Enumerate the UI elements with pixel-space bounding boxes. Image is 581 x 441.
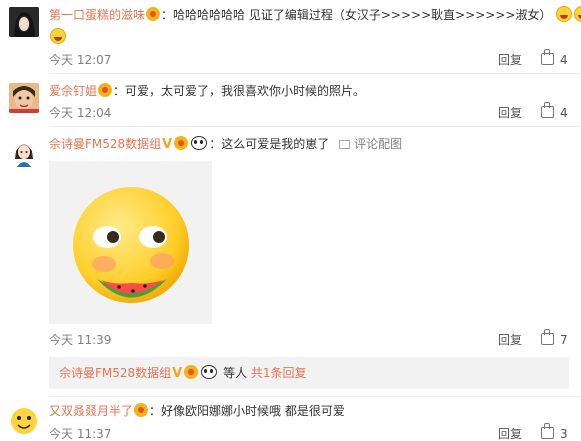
member-badge-icon bbox=[98, 83, 113, 97]
comment-text: 好像欧阳娜娜小时候哦 都是很可爱 bbox=[161, 404, 345, 418]
comment-line: 佘诗曼FM528数据组V ：这么可爱是我的崽了 评论配图 bbox=[49, 136, 403, 152]
comment-text: 哈哈哈哈哈哈 见证了编辑过程（女汉子>>>>>耿直>>>>>>淑女） bbox=[173, 8, 552, 22]
sub-reply-line: 佘诗曼FM528数据组V 等人 共1条回复 bbox=[59, 364, 307, 383]
comment-picture-link[interactable]: 评论配图 bbox=[339, 137, 402, 151]
comment-time: 今天 11:37 bbox=[49, 427, 112, 441]
avatar[interactable] bbox=[9, 83, 39, 113]
sub-reply-suffix: 等人 bbox=[223, 366, 248, 380]
comment-line: 第一口蛋糕的滋味 ：哈哈哈哈哈哈 见证了编辑过程（女汉子>>>>>耿直>>>>>>… bbox=[49, 6, 581, 24]
avatar-cartoon-icon bbox=[9, 137, 39, 167]
comment-line: 又双叒叕月半了 ：好像欧阳娜娜小时候哦 都是很可爱 bbox=[49, 403, 345, 418]
like-button[interactable]: 4 bbox=[541, 49, 568, 67]
comment-line-2 bbox=[49, 28, 67, 46]
sub-reply-count-link[interactable]: 共1条回复 bbox=[251, 366, 307, 380]
panda-icon bbox=[201, 365, 218, 379]
like-button[interactable]: 7 bbox=[541, 329, 568, 347]
comment-item: 第一口蛋糕的滋味 ：哈哈哈哈哈哈 见证了编辑过程（女汉子>>>>>耿直>>>>>>… bbox=[0, 0, 581, 75]
avatar[interactable] bbox=[9, 7, 39, 37]
reply-button[interactable]: 回复 bbox=[498, 106, 522, 120]
username-link[interactable]: 爱佘钉姐 bbox=[49, 84, 97, 98]
avatar-yellow-emoji-icon bbox=[9, 405, 39, 435]
sub-reply-username[interactable]: 佘诗曼FM528数据组 bbox=[59, 366, 171, 380]
thumbs-up-icon bbox=[541, 49, 554, 65]
avatar-child-icon bbox=[9, 83, 39, 113]
like-count: 7 bbox=[560, 333, 568, 347]
comment-time: 今天 12:07 bbox=[49, 53, 112, 67]
member-badge-icon bbox=[134, 403, 149, 417]
comment-line: 爱佘钉姐 ：可爱，太可爱了，我很喜欢你小时候的照片。 bbox=[49, 83, 366, 98]
picture-icon bbox=[339, 140, 351, 149]
member-badge-icon bbox=[146, 7, 161, 21]
like-count: 4 bbox=[560, 106, 568, 120]
member-badge-icon bbox=[174, 136, 189, 150]
thumbs-up-icon bbox=[541, 423, 554, 439]
like-button[interactable]: 4 bbox=[541, 102, 568, 120]
username-link[interactable]: 第一口蛋糕的滋味 bbox=[49, 8, 145, 22]
comment-item: 爱佘钉姐 ：可爱，太可爱了，我很喜欢你小时候的照片。 今天 12:04 回复 4 bbox=[0, 74, 581, 126]
verified-v-icon: V bbox=[172, 366, 183, 381]
like-count: 3 bbox=[560, 427, 568, 441]
username-link[interactable]: 佘诗曼FM528数据组 bbox=[49, 137, 161, 151]
sub-reply-box: 佘诗曼FM528数据组V 等人 共1条回复 bbox=[49, 357, 569, 389]
like-count: 4 bbox=[560, 53, 568, 67]
username-link[interactable]: 又双叒叕月半了 bbox=[49, 404, 133, 418]
comment-text: 可爱，太可爱了，我很喜欢你小时候的照片。 bbox=[125, 84, 366, 98]
reply-button[interactable]: 回复 bbox=[498, 53, 522, 67]
verified-v-icon: V bbox=[162, 137, 173, 152]
avatar[interactable] bbox=[9, 137, 39, 167]
comment-time: 今天 11:39 bbox=[49, 333, 112, 347]
member-badge-icon bbox=[184, 365, 199, 379]
panda-icon bbox=[191, 136, 208, 150]
comment-time: 今天 12:04 bbox=[49, 106, 112, 120]
laughing-emoji-icon bbox=[556, 6, 573, 22]
avatar-dark-hair-icon bbox=[9, 7, 39, 37]
comment-item: 又双叒叕月半了 ：好像欧阳娜娜小时候哦 都是很可爱 今天 11:37 回复 3 bbox=[0, 397, 581, 441]
laughing-emoji-icon bbox=[50, 28, 66, 44]
comment-image[interactable] bbox=[49, 161, 212, 324]
avatar[interactable] bbox=[9, 405, 39, 435]
comment-text: 这么可爱是我的崽了 bbox=[221, 137, 330, 151]
watermelon-emoji-image-icon bbox=[73, 187, 189, 303]
like-button[interactable]: 3 bbox=[541, 423, 568, 441]
thumbs-up-icon bbox=[541, 329, 554, 345]
reply-button[interactable]: 回复 bbox=[498, 333, 522, 347]
thumbs-up-icon bbox=[541, 102, 554, 118]
reply-button[interactable]: 回复 bbox=[498, 427, 522, 441]
laughing-emoji-icon bbox=[574, 6, 581, 22]
